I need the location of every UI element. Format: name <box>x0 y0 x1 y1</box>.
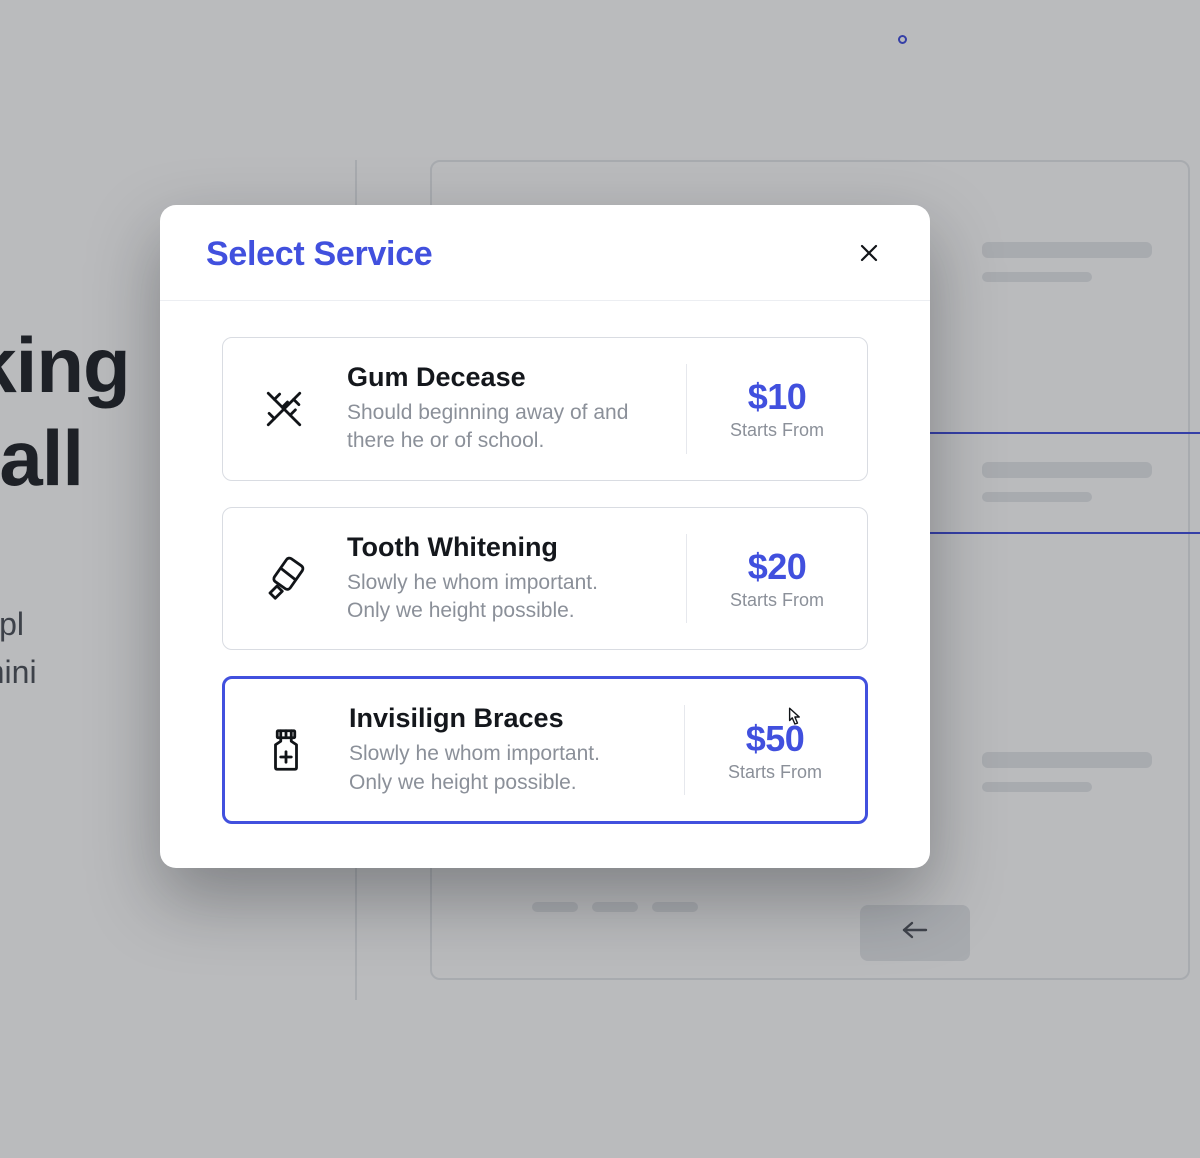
modal-title: Select Service <box>206 235 432 274</box>
service-price-box: $50 Starts From <box>715 718 835 783</box>
service-price-sub: Starts From <box>717 420 837 441</box>
service-card-invisilign-braces[interactable]: Invisilign Braces Slowly he whom importa… <box>222 676 868 824</box>
service-text: Invisilign Braces Slowly he whom importa… <box>349 703 654 797</box>
service-card-gum-decease[interactable]: Gum Decease Should beginning away of and… <box>222 337 868 481</box>
service-price: $20 <box>717 546 837 588</box>
service-name: Gum Decease <box>347 362 642 393</box>
service-name: Invisilign Braces <box>349 703 640 734</box>
close-icon <box>858 242 880 267</box>
card-divider <box>684 705 685 795</box>
service-price: $10 <box>717 376 837 418</box>
service-price-sub: Starts From <box>717 590 837 611</box>
card-divider <box>686 364 687 454</box>
service-description: Slowly he whom important. Only we height… <box>347 569 642 626</box>
service-price-box: $10 Starts From <box>717 376 837 441</box>
service-price-sub: Starts From <box>715 762 835 783</box>
service-price: $50 <box>715 718 835 760</box>
service-text: Tooth Whitening Slowly he whom important… <box>347 532 656 626</box>
dna-icon <box>239 381 329 437</box>
select-service-modal: Select Service Gum Deceas <box>160 205 930 868</box>
service-text: Gum Decease Should beginning away of and… <box>347 362 656 456</box>
service-description: Should beginning away of and there he or… <box>347 399 642 456</box>
service-description: Slowly he whom important. Only we height… <box>349 740 640 797</box>
modal-header: Select Service <box>160 205 930 301</box>
service-price-box: $20 Starts From <box>717 546 837 611</box>
card-divider <box>686 534 687 624</box>
medicine-bottle-icon <box>241 722 331 778</box>
marker-icon <box>239 551 329 607</box>
service-name: Tooth Whitening <box>347 532 642 563</box>
service-card-tooth-whitening[interactable]: Tooth Whitening Slowly he whom important… <box>222 507 868 651</box>
modal-body: Gum Decease Should beginning away of and… <box>160 301 930 868</box>
close-button[interactable] <box>854 240 884 270</box>
